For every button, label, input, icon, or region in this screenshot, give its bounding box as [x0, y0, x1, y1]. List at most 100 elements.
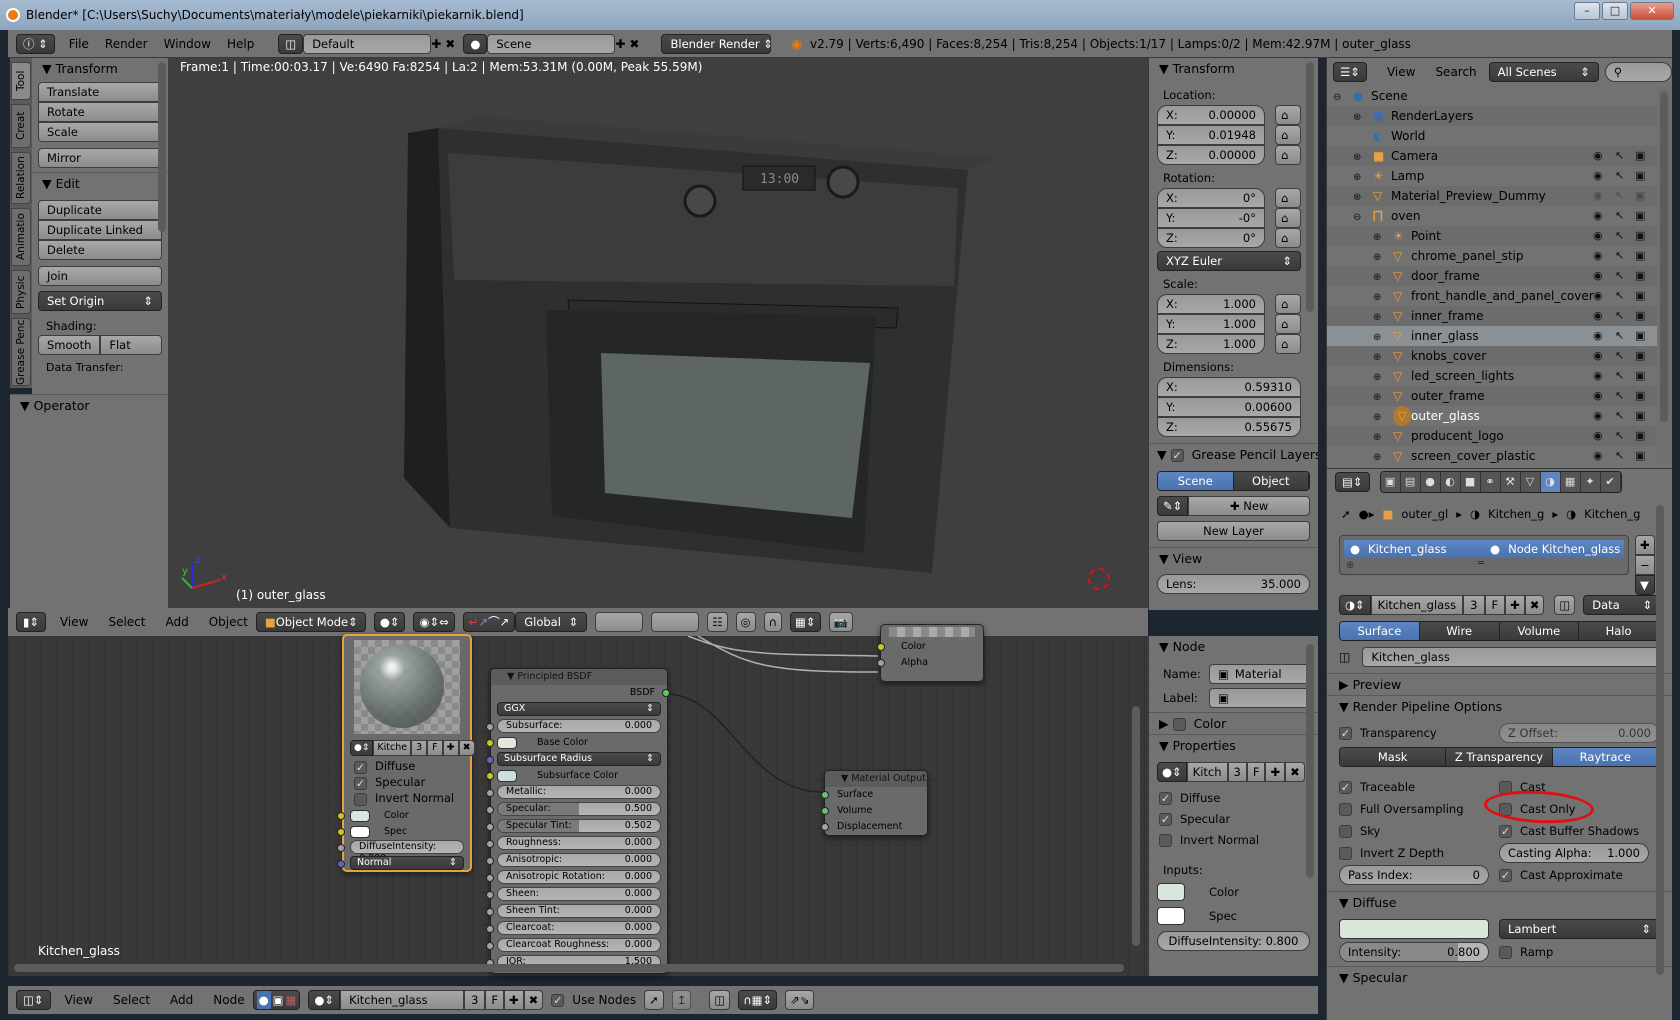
slot-specials-button[interactable]: ▼ — [1635, 575, 1655, 595]
rotation-mode-dropdown[interactable]: XYZ Euler ⇕ — [1157, 251, 1301, 271]
visibility-eye-icon[interactable]: ◉ — [1593, 446, 1603, 466]
manipulator-icons[interactable]: ↵↗⌒↗ — [462, 612, 516, 632]
side-material-fake[interactable]: F — [1246, 762, 1266, 782]
invert-z-depth-checkbox[interactable]: Invert Z Depth — [1339, 843, 1444, 863]
ramp-checkbox[interactable]: Ramp — [1499, 945, 1553, 959]
expand-icon[interactable]: ⊕ — [1373, 288, 1387, 308]
flat-button[interactable]: Flat — [100, 335, 162, 355]
close-button[interactable]: ✕ — [1630, 2, 1674, 20]
diffuse-panel-header[interactable]: ▼ Diffuse — [1327, 891, 1672, 913]
outliner-item-producent-logo[interactable]: ⊕ ▽ producent_logo ◉ ↖ ▣ — [1327, 426, 1657, 446]
bsdf-metallic-field[interactable]: Metallic: 0.000 — [497, 785, 661, 799]
layers-group-2[interactable] — [651, 612, 700, 632]
smooth-button[interactable]: Smooth — [38, 335, 101, 355]
visibility-eye-icon[interactable]: ◉ — [1593, 366, 1603, 386]
tab-relations[interactable]: Relation — [11, 152, 31, 204]
z-offset-field[interactable]: Z Offset: 0.000 — [1499, 723, 1660, 743]
remove-scene-icon[interactable]: ✖ — [629, 37, 639, 51]
selectability-cursor-icon[interactable]: ↖ — [1615, 306, 1624, 326]
outliner-item-material-preview-dummy[interactable]: ⊕ ▽ Material_Preview_Dummy ◉ ↖ ▣ — [1327, 186, 1657, 206]
node-menu-node[interactable]: Node — [213, 993, 244, 1007]
nodes-toggle-icon[interactable]: ◫ — [1554, 595, 1576, 615]
side-diffuse-intensity-field[interactable]: DiffuseIntensity: 0.800 — [1157, 931, 1310, 951]
expand-icon[interactable]: ⊕ — [1373, 268, 1387, 288]
bsdf-sheen-tint-field[interactable]: Sheen Tint: 0.000 — [497, 904, 661, 918]
rotation-lock-icon[interactable]: ⌂ — [1275, 228, 1301, 248]
properties-tab-render-icon[interactable]: ▣ — [1380, 472, 1401, 492]
rotation-y-field[interactable]: Y: -0° — [1157, 208, 1265, 228]
outliner-item-renderlayers[interactable]: ⊕ ▣ RenderLayers — [1327, 106, 1657, 126]
full-oversampling-checkbox[interactable]: Full Oversampling — [1339, 799, 1464, 819]
location-y-field[interactable]: Y: 0.01948 — [1157, 125, 1265, 145]
node-menu-select[interactable]: Select — [113, 993, 150, 1007]
new-grease-pencil-button[interactable]: ✚ New — [1188, 496, 1310, 516]
node-header-add-icon[interactable]: ✚ — [504, 990, 524, 1010]
pin-icon[interactable]: ➚ — [644, 990, 664, 1010]
node-panel-header[interactable]: ▼ Node — [1149, 636, 1318, 658]
rotation-z-field[interactable]: Z: 0° — [1157, 228, 1265, 248]
expand-icon[interactable]: ⊕ — [1353, 188, 1367, 208]
node-normal-dropdown[interactable]: Normal ⇕ — [350, 856, 464, 870]
new-layer-button[interactable]: New Layer — [1157, 521, 1310, 541]
bsdf-specular-tint-field[interactable]: Specular Tint: 0.502 — [497, 819, 661, 833]
outliner-item-scene[interactable]: ⊖ ● Scene — [1327, 86, 1657, 106]
renderability-camera-icon[interactable]: ▣ — [1635, 286, 1645, 306]
diffuse-color-swatch[interactable] — [1339, 919, 1489, 939]
n-panel-scrollbar[interactable] — [1306, 62, 1314, 312]
menu-help[interactable]: Help — [227, 37, 254, 51]
lens-field[interactable]: Lens: 35.000 — [1157, 574, 1310, 594]
scale-lock-icon[interactable]: ⌂ — [1275, 334, 1301, 354]
material-output-title[interactable]: ▼ Material Output — [825, 771, 927, 787]
selectability-cursor-icon[interactable]: ↖ — [1615, 206, 1624, 226]
layers-group-1[interactable] — [595, 612, 644, 632]
properties-tab-world-icon[interactable]: ◐ — [1440, 472, 1461, 492]
grease-pencil-icon[interactable]: ✎⇕ — [1157, 496, 1189, 516]
remove-screen-icon[interactable]: ✖ — [445, 37, 455, 51]
invert-normal-checkbox[interactable]: Invert Normal — [354, 790, 470, 806]
selectability-cursor-icon[interactable]: ↖ — [1615, 266, 1624, 286]
location-lock-icon[interactable]: ⌂ — [1275, 145, 1301, 165]
dimensions-y-field[interactable]: Y: 0.00600 — [1157, 397, 1301, 417]
grease-pencil-scene-tab[interactable]: Scene — [1158, 472, 1234, 490]
renderability-camera-icon[interactable]: ▣ — [1635, 226, 1645, 246]
node-material-browse-icon[interactable]: ●⇕ — [350, 740, 374, 756]
pivot-point-icon[interactable]: ◉⇕⇔ — [413, 612, 455, 632]
expand-icon[interactable]: ⊕ — [1353, 148, 1367, 168]
image-texture-node[interactable]: Color Alpha — [877, 624, 984, 682]
properties-scrollbar[interactable] — [1656, 505, 1664, 975]
duplicate-linked-button[interactable]: Duplicate Linked — [38, 220, 162, 240]
selectability-cursor-icon[interactable]: ↖ — [1615, 426, 1624, 446]
material-users[interactable]: 3 — [1463, 595, 1485, 615]
node-spec-swatch[interactable] — [350, 825, 370, 838]
selectability-cursor-icon[interactable]: ↖ — [1615, 226, 1624, 246]
view-header[interactable]: ▼ View — [1149, 547, 1318, 569]
editor-type-info-icon[interactable]: ⓘ ⇕ — [16, 33, 55, 54]
node-material-field[interactable]: Kitchen_glass — [1362, 647, 1660, 667]
scale-lock-icon[interactable]: ⌂ — [1275, 294, 1301, 314]
visibility-eye-icon[interactable]: ◉ — [1593, 146, 1603, 166]
selectability-cursor-icon[interactable]: ↖ — [1615, 366, 1624, 386]
renderability-camera-icon[interactable]: ▣ — [1635, 266, 1645, 286]
render-opengl-icon[interactable]: 📷 — [828, 612, 853, 632]
node-editor-hscrollbar[interactable] — [14, 964, 1124, 972]
location-lock-icon[interactable]: ⌂ — [1275, 105, 1301, 125]
add-slot-button[interactable]: ✚ — [1635, 535, 1655, 555]
editor-type-3d-icon[interactable]: ▮⇕ — [16, 612, 46, 632]
mirror-button[interactable]: Mirror — [38, 148, 162, 168]
principled-bsdf-node[interactable]: ▼ Principled BSDF BSDF GGX ⇕ Subsurface: 0.… — [486, 668, 670, 974]
bsdf-output-socket[interactable] — [662, 689, 670, 697]
remove-slot-button[interactable]: − — [1635, 555, 1655, 575]
visibility-eye-icon[interactable]: ◉ — [1593, 406, 1603, 426]
outliner-item-inner-frame[interactable]: ⊕ ▽ inner_frame ◉ ↖ ▣ — [1327, 306, 1657, 326]
node-properties-header[interactable]: ▼ Properties — [1149, 734, 1318, 756]
selectability-cursor-icon[interactable]: ↖ — [1615, 326, 1624, 346]
expand-icon[interactable]: ⊕ — [1373, 368, 1387, 388]
selectability-cursor-icon[interactable]: ↖ — [1615, 446, 1624, 466]
material-link-dropdown[interactable]: Data ⇕ — [1583, 595, 1662, 615]
shader-type-buttons[interactable]: ● ▣ ▦ — [252, 990, 301, 1010]
properties-tab-texture-icon[interactable]: ▦ — [1560, 472, 1581, 492]
visibility-eye-icon[interactable]: ◉ — [1593, 226, 1603, 246]
visibility-eye-icon[interactable]: ◉ — [1593, 386, 1603, 406]
outliner-item-lamp[interactable]: ⊕ ☀ Lamp ◉ ↖ ▣ — [1327, 166, 1657, 186]
render-engine-dropdown[interactable]: Blender Render ⇕ — [661, 33, 773, 54]
